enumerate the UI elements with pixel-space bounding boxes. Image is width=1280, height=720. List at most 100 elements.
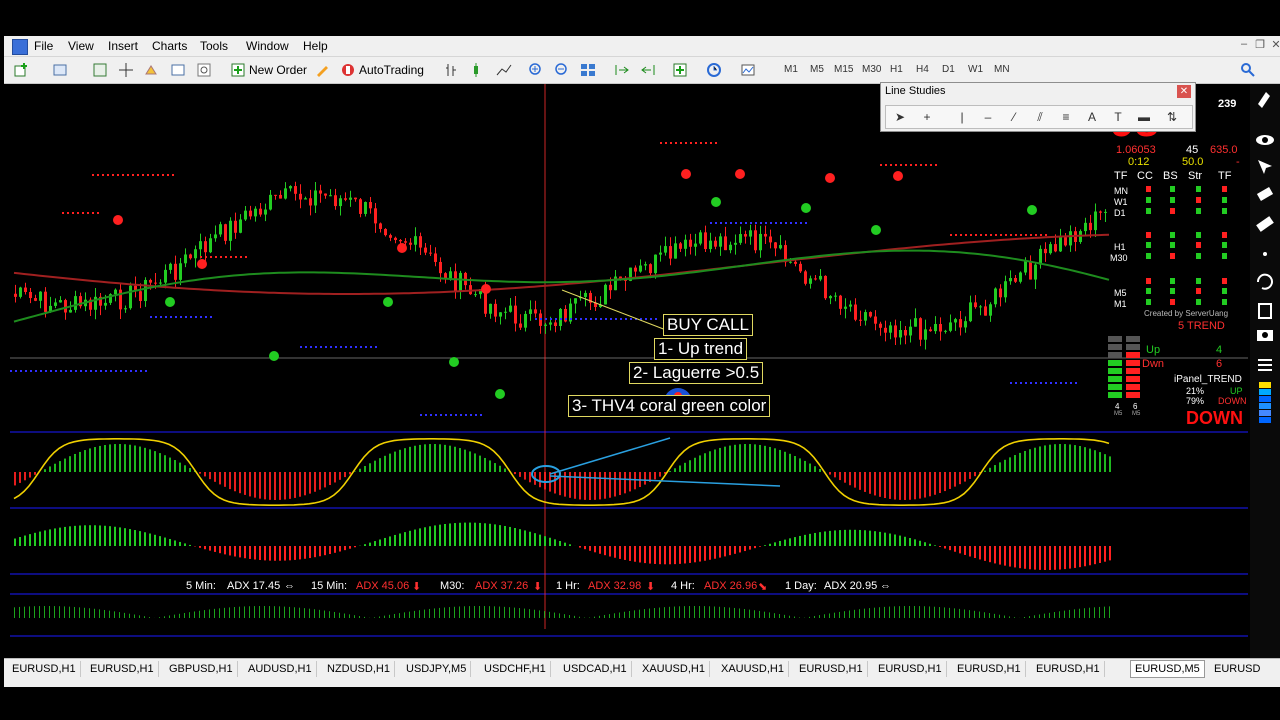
tab-symbol[interactable]: EURUSD,H1 xyxy=(1032,661,1105,677)
menu-help[interactable]: Help xyxy=(303,39,328,53)
tab-symbol[interactable]: EURUSD,H1 xyxy=(953,661,1026,677)
tab-symbol[interactable]: USDCAD,H1 xyxy=(559,661,632,677)
menu-view[interactable]: View xyxy=(68,39,94,53)
macd2-bar xyxy=(869,608,870,618)
text-icon[interactable]: A xyxy=(1084,109,1100,125)
data-window-icon[interactable] xyxy=(144,62,160,78)
cursor-icon[interactable]: ➤ xyxy=(892,109,908,125)
indicators-icon[interactable] xyxy=(672,62,688,78)
autotrading-icon[interactable] xyxy=(340,62,356,78)
search-icon[interactable] xyxy=(1240,62,1256,78)
tf-d1[interactable]: D1 xyxy=(942,62,955,78)
autotrading-button[interactable]: AutoTrading xyxy=(359,61,424,79)
minimize-icon[interactable]: – xyxy=(1236,38,1252,52)
chart-shift-icon[interactable] xyxy=(614,62,630,78)
menu-icon[interactable] xyxy=(1258,359,1272,371)
line-studies-panel[interactable]: Line Studies ✕ ➤ + | – ⁄ ⫽ ≡ A T ▬ ⇅ xyxy=(880,82,1196,132)
tab-symbol[interactable]: EURUSD xyxy=(1210,661,1264,677)
tf-m30[interactable]: M30 xyxy=(862,62,881,78)
tab-symbol[interactable]: NZDUSD,H1 xyxy=(323,661,395,677)
new-chart-icon[interactable] xyxy=(14,62,30,78)
restore-icon[interactable]: ❐ xyxy=(1252,38,1268,52)
tab-symbol[interactable]: XAUUSD,H1 xyxy=(717,661,789,677)
color-palette-icon[interactable] xyxy=(1259,382,1271,423)
tab-symbol[interactable]: EURUSD,H1 xyxy=(874,661,947,677)
menu-window[interactable]: Window xyxy=(246,39,289,53)
tab-symbol[interactable]: USDCHF,H1 xyxy=(480,661,551,677)
candle-chart-icon[interactable] xyxy=(470,62,486,78)
tf-m5[interactable]: M5 xyxy=(810,62,824,78)
dot-icon[interactable] xyxy=(1263,252,1267,256)
tab-symbol[interactable]: GBPUSD,H1 xyxy=(165,661,238,677)
periods-icon[interactable] xyxy=(706,62,722,78)
menu-tools[interactable]: Tools xyxy=(200,39,228,53)
auto-scroll-icon[interactable] xyxy=(640,62,656,78)
laguerre-bar xyxy=(1089,448,1091,472)
vertical-line-icon[interactable]: | xyxy=(954,109,970,125)
laguerre-bar xyxy=(1109,456,1111,472)
macd2-bar xyxy=(1064,610,1065,618)
channel-icon[interactable]: ⫽ xyxy=(1032,109,1048,125)
macd2-bar xyxy=(819,615,820,618)
undo-icon[interactable] xyxy=(1256,273,1273,290)
menu-insert[interactable]: Insert xyxy=(108,39,138,53)
tile-windows-icon[interactable] xyxy=(580,62,596,78)
fibonacci-icon[interactable]: ≡ xyxy=(1058,109,1074,125)
pointer-icon[interactable] xyxy=(1258,160,1272,174)
terminal-icon[interactable] xyxy=(170,62,186,78)
menu-file[interactable]: File xyxy=(34,39,53,53)
macd2-bar xyxy=(859,609,860,618)
candle-body xyxy=(794,261,797,264)
tf-m1[interactable]: M1 xyxy=(784,62,798,78)
tf-mn[interactable]: MN xyxy=(994,62,1010,78)
zoom-in-icon[interactable] xyxy=(528,62,544,78)
app-icon[interactable] xyxy=(12,39,28,55)
candle-body xyxy=(764,233,767,237)
tab-symbol[interactable]: USDJPY,M5 xyxy=(402,661,472,677)
bar-chart-icon[interactable] xyxy=(444,62,460,78)
arrows-icon[interactable]: ⇅ xyxy=(1164,109,1180,125)
crosshair-icon[interactable]: + xyxy=(919,109,935,125)
eye-icon[interactable] xyxy=(1256,135,1274,145)
strategy-tester-icon[interactable] xyxy=(196,62,212,78)
navigator-icon[interactable] xyxy=(118,62,134,78)
trendline-icon[interactable]: ⁄ xyxy=(1006,109,1022,125)
horizontal-line-icon[interactable]: – xyxy=(980,109,996,125)
tf-w1[interactable]: W1 xyxy=(968,62,983,78)
text-label-icon[interactable]: T xyxy=(1110,109,1126,125)
close-icon[interactable]: ✕ xyxy=(1177,85,1191,98)
zoom-out-icon[interactable] xyxy=(554,62,570,78)
tab-symbol[interactable]: AUDUSD,H1 xyxy=(244,661,317,677)
trash-icon[interactable] xyxy=(1258,303,1272,319)
laguerre-bar xyxy=(1014,455,1016,472)
profiles-icon[interactable] xyxy=(52,62,68,78)
market-watch-icon[interactable] xyxy=(92,62,108,78)
highlighter-icon[interactable] xyxy=(1256,187,1274,201)
sr-dot xyxy=(235,256,237,258)
macd-bar xyxy=(79,525,81,546)
tf-h1[interactable]: H1 xyxy=(890,62,903,78)
new-order-icon[interactable] xyxy=(230,62,246,78)
menu-charts[interactable]: Charts xyxy=(152,39,187,53)
tf-h4[interactable]: H4 xyxy=(916,62,929,78)
pen-icon[interactable] xyxy=(1258,92,1270,108)
rectangle-icon[interactable]: ▬ xyxy=(1136,109,1152,125)
tab-symbol-active[interactable]: EURUSD,M5 xyxy=(1130,660,1205,678)
tab-symbol[interactable]: EURUSD,H1 xyxy=(86,661,159,677)
candle-body xyxy=(984,306,987,316)
tf-m15[interactable]: M15 xyxy=(834,62,853,78)
metaeditor-icon[interactable] xyxy=(314,62,330,78)
camera-icon[interactable] xyxy=(1257,330,1273,341)
tab-symbol[interactable]: EURUSD,H1 xyxy=(8,661,81,677)
new-order-button[interactable]: New Order xyxy=(249,61,307,79)
chart-window[interactable]: BUY CALL 1- Up trend 2- Laguerre >0.5 3-… xyxy=(10,84,1248,660)
tf-status-cell xyxy=(1222,288,1227,294)
templates-icon[interactable] xyxy=(740,62,756,78)
macd2-bar xyxy=(339,612,340,618)
line-chart-icon[interactable] xyxy=(496,62,512,78)
eraser-icon[interactable] xyxy=(1256,216,1274,232)
close-icon[interactable]: ✕ xyxy=(1268,38,1280,52)
tab-symbol[interactable]: XAUUSD,H1 xyxy=(638,661,710,677)
tab-symbol[interactable]: EURUSD,H1 xyxy=(795,661,868,677)
sr-dot xyxy=(215,256,217,258)
